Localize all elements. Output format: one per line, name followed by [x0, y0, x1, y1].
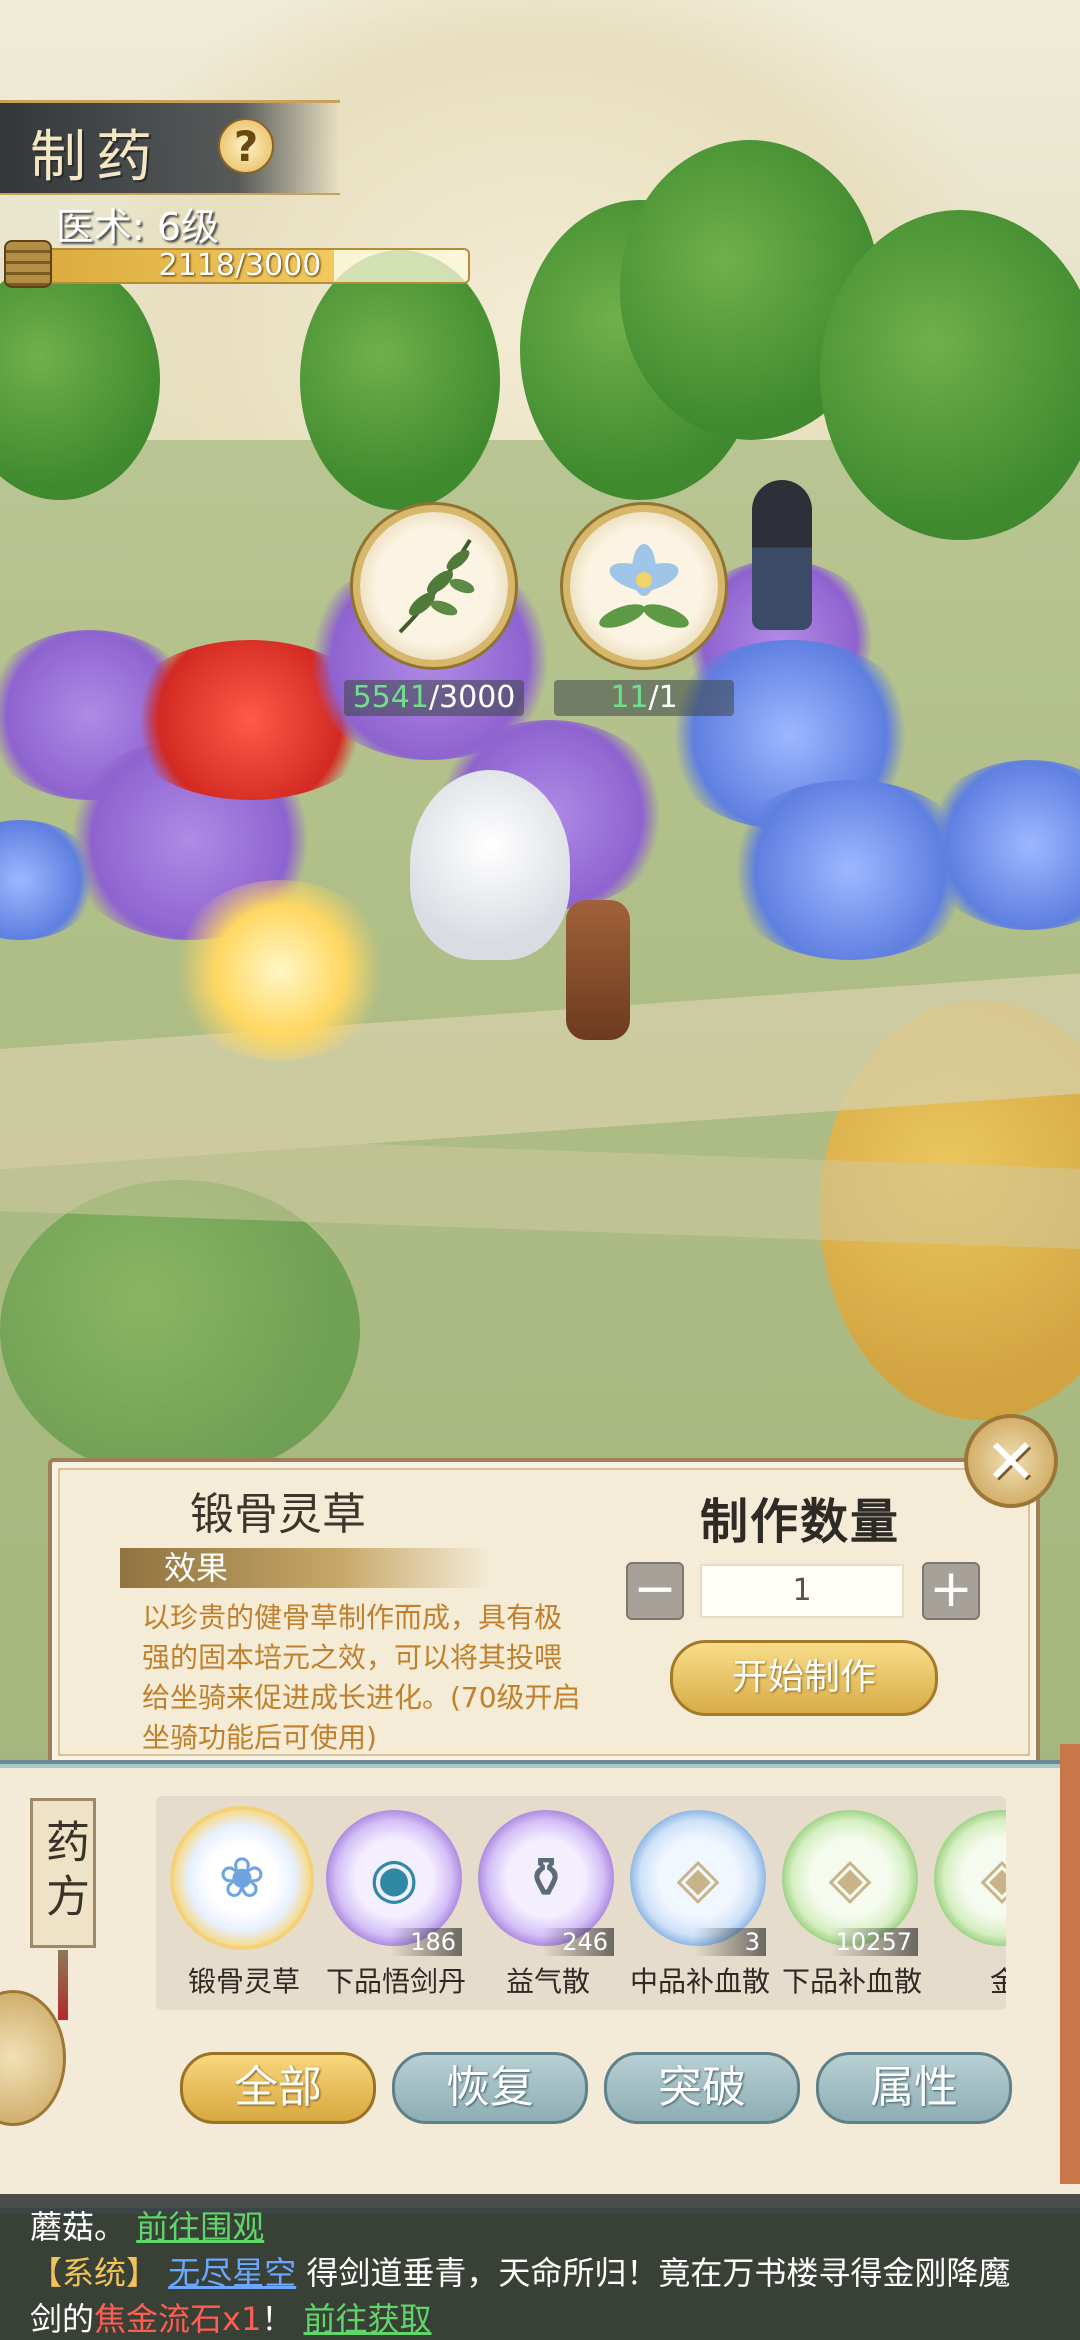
horse-mount[interactable] — [410, 770, 570, 960]
recipe-slot-list[interactable]: ❀ 锻骨灵草 ◉ 186 下品悟剑丹 ⚱ 246 益气散 ◈ 3 中品补血散 ◈… — [156, 1796, 1006, 2010]
recipe-slot-name: 中品补血散 — [629, 1965, 770, 1998]
effect-description: 以珍贵的健骨草制作而成，具有极强的固本培元之效，可以将其投喂给坐骑来促进成长进化… — [142, 1601, 581, 1754]
filter-tab-recovery[interactable]: 恢复 — [392, 2052, 588, 2124]
recipe-category-tag: 药方 — [30, 1798, 96, 1948]
chat-feed[interactable]: 蘑菇。 前往围观 【系统】 无尽星空 得剑道垂青，天命所归！竟在万书楼寻得金刚降… — [0, 2194, 1080, 2340]
recipe-slot[interactable]: ◈ 3 中品补血散 — [630, 1810, 770, 1998]
item-link[interactable]: 焦金流石x1 — [94, 2300, 261, 2338]
powder-packet-icon: ◈ — [828, 1845, 872, 1911]
bottle-icon: ⚱ — [522, 1845, 570, 1911]
chat-line: 蘑菇。 前往围观 — [30, 2202, 264, 2248]
recipe-slot-count: 3 — [694, 1928, 766, 1956]
recipe-orb: ◉ — [326, 1810, 462, 1946]
recipe-slot[interactable]: ◈ 金 — [934, 1810, 1006, 1998]
recipe-slot-name: 锻骨灵草 — [187, 1965, 300, 1998]
recipe-orb: ⚱ — [478, 1810, 614, 1946]
chat-text: 剑的 — [30, 2300, 95, 2338]
golden-pig-pet[interactable] — [170, 880, 390, 1060]
tree — [0, 1180, 360, 1480]
blue-flower-icon — [599, 544, 689, 628]
chat-text: 得剑道垂青，天命所归！竟在万书楼寻得金刚降魔 — [306, 2254, 1011, 2292]
recipe-slot-count: 246 — [542, 1928, 614, 1956]
recipe-orb: ◈ — [782, 1810, 918, 1946]
filter-tab-all[interactable]: 全部 — [180, 2052, 376, 2124]
powder-packet-icon: ◈ — [676, 1845, 720, 1911]
panel-post — [1060, 1744, 1080, 2184]
flower-need: /1 — [648, 680, 678, 715]
help-button[interactable]: ? — [218, 118, 274, 174]
ingredient-slot-flower[interactable] — [570, 512, 718, 660]
skill-level-label: 医术: 6级 — [56, 205, 220, 249]
filter-tab-attribute[interactable]: 属性 — [816, 2052, 1012, 2124]
recipe-slot[interactable]: ⚱ 246 益气散 — [478, 1810, 618, 1998]
chat-link-obtain[interactable]: 前往获取 — [304, 2300, 432, 2338]
close-button[interactable]: ✕ — [964, 1414, 1058, 1508]
quantity-title: 制作数量 — [700, 1494, 901, 1550]
recipe-slot-name: 金 — [989, 1965, 1006, 1998]
quantity-decrease-button[interactable]: − — [626, 1562, 684, 1620]
flower-have: 11 — [610, 680, 649, 715]
quantity-increase-button[interactable]: + — [922, 1562, 980, 1620]
chat-line: 剑的焦金流石x1！ 前往获取 — [30, 2294, 432, 2340]
recipe-slot[interactable]: ◈ 10257 下品补血散 — [782, 1810, 922, 1998]
chat-link-watch[interactable]: 前往围观 — [136, 2208, 264, 2246]
herb-have: 5541 — [352, 680, 429, 715]
ingredient-slot-herb[interactable] — [360, 512, 508, 660]
recipe-slot-count: 186 — [390, 1928, 462, 1956]
herb-leaf-icon — [398, 538, 475, 634]
player-name-link[interactable]: 无尽星空 — [168, 2254, 296, 2292]
recipe-orb: ◈ — [934, 1810, 1006, 1946]
recipe-slot-name: 益气散 — [505, 1965, 590, 1998]
experience-text: 2118/3000 — [158, 248, 322, 283]
tree — [300, 250, 500, 510]
recipe-slot-count: 10257 — [829, 1928, 918, 1956]
filter-tab-breakthrough[interactable]: 突破 — [604, 2052, 800, 2124]
effect-label: 效果 — [120, 1548, 490, 1588]
herb-need: /3000 — [428, 680, 516, 715]
flower-icon: ❀ — [218, 1845, 266, 1911]
quantity-input[interactable]: 1 — [700, 1564, 904, 1618]
recipe-slot-name: 下品悟剑丹 — [325, 1965, 466, 1998]
experience-bar: 2118/3000 — [10, 248, 470, 284]
clay-jar — [566, 900, 630, 1040]
start-crafting-button[interactable]: 开始制作 — [670, 1640, 938, 1716]
recipe-slot-name: 下品补血散 — [781, 1965, 922, 1998]
system-tag: 【系统】 — [30, 2254, 159, 2292]
book-icon — [4, 240, 52, 288]
pill-orb-icon: ◉ — [369, 1845, 419, 1911]
chat-text: 蘑菇。 — [30, 2208, 127, 2246]
chat-text: ！ — [261, 2300, 294, 2338]
recipe-orb: ❀ — [174, 1810, 310, 1946]
chat-line: 【系统】 无尽星空 得剑道垂青，天命所归！竟在万书楼寻得金刚降魔 — [30, 2248, 1010, 2294]
player-character[interactable] — [752, 480, 812, 630]
recipe-slot[interactable]: ◉ 186 下品悟剑丹 — [326, 1810, 466, 1998]
powder-packet-icon: ◈ — [980, 1845, 1006, 1911]
recipe-slot[interactable]: ❀ 锻骨灵草 — [174, 1810, 314, 1998]
page-title: 制药 — [30, 125, 162, 190]
recipe-orb: ◈ — [630, 1810, 766, 1946]
recipe-name: 锻骨灵草 — [190, 1489, 366, 1540]
ingredient-count-herb: 5541/3000 — [344, 680, 524, 716]
tassel-decoration — [58, 1950, 68, 2020]
ingredient-count-flower: 11/1 — [554, 680, 734, 716]
